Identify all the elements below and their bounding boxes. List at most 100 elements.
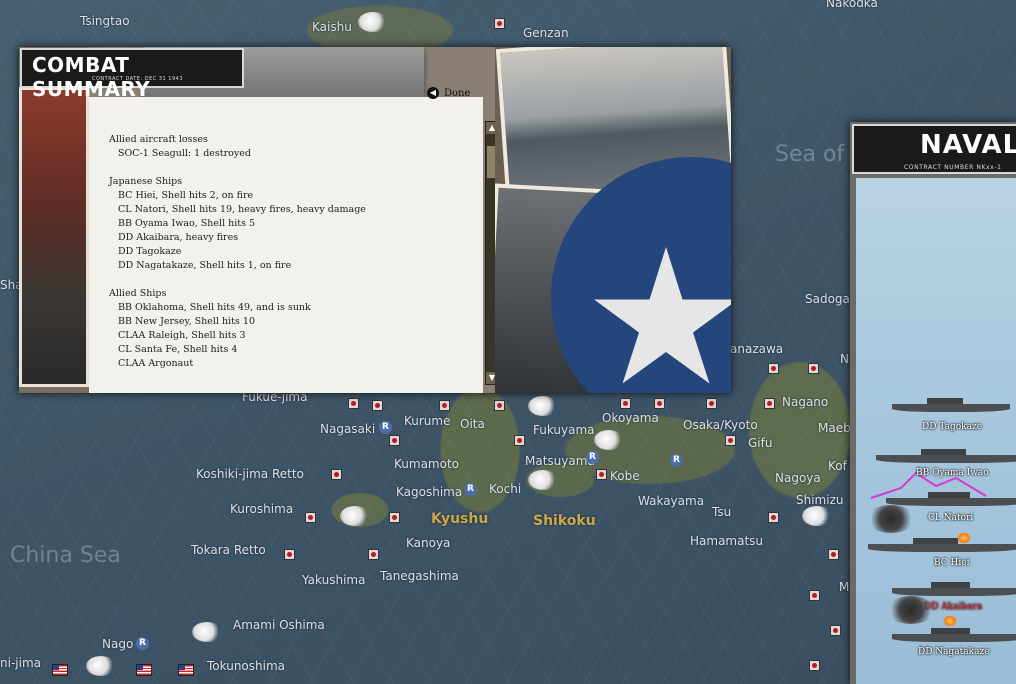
map-label-kochi: Kochi	[489, 482, 522, 496]
weather-cloud	[358, 12, 388, 32]
map-label-oita: Oita	[460, 417, 485, 431]
ship-sprite[interactable]	[886, 492, 1016, 506]
map-label-nakodka: Nakodka	[826, 0, 878, 10]
map-label-matsuyama: Matsuyama	[525, 454, 595, 468]
us-flag-icon[interactable]	[178, 664, 194, 676]
base-marker[interactable]	[764, 398, 775, 409]
weather-cloud	[594, 430, 624, 450]
map-label-yakushima: Yakushima	[302, 573, 366, 587]
base-marker[interactable]	[284, 549, 295, 560]
ship-label: DD Tagokaze	[922, 422, 983, 432]
map-label-tokara-retto: Tokara Retto	[191, 543, 266, 557]
report-item: CL Santa Fe, Shell hits 4	[118, 344, 238, 355]
sea-label-sea-of: Sea of	[775, 142, 845, 167]
r-marker[interactable]: R	[464, 483, 477, 496]
ship-sprite[interactable]	[868, 538, 1016, 552]
map-label-kumamoto: Kumamoto	[394, 457, 459, 471]
r-marker[interactable]: R	[379, 421, 392, 434]
map-label-hamamatsu: Hamamatsu	[690, 534, 764, 548]
base-marker[interactable]	[389, 512, 400, 523]
base-marker[interactable]	[439, 400, 450, 411]
base-marker[interactable]	[348, 398, 359, 409]
base-marker[interactable]	[828, 549, 839, 560]
map-label-genzan: Genzan	[523, 26, 569, 40]
report-item: CLAA Raleigh, Shell hits 3	[118, 330, 246, 341]
base-marker[interactable]	[331, 469, 342, 480]
smoke-effect	[886, 596, 936, 624]
section-heading: Allied Ships	[109, 288, 167, 299]
fire-effect	[956, 533, 972, 543]
base-marker[interactable]	[620, 398, 631, 409]
combat-summary-subtitle: CONTRACT DATE: DEC 31 1943	[92, 76, 184, 82]
report-item: BB New Jersey, Shell hits 10	[118, 316, 255, 327]
star-icon	[594, 247, 731, 384]
ship-label: DD Nagatakaze	[918, 647, 990, 657]
report-item: DD Nagatakaze, Shell hits 1, on fire	[118, 260, 292, 271]
base-marker[interactable]	[768, 363, 779, 374]
ship-sprite[interactable]	[892, 628, 1016, 642]
base-marker[interactable]	[389, 435, 400, 446]
photo-left	[19, 87, 89, 387]
region-label-shikoku: Shikoku	[533, 513, 596, 529]
report-item: DD Tagokaze	[118, 246, 182, 257]
naval-title-plate: NAVAL CONTRACT NUMBER NKxx-1	[852, 124, 1016, 174]
r-marker[interactable]: R	[586, 451, 599, 464]
base-marker[interactable]	[830, 625, 841, 636]
region-label-kyushu: Kyushu	[431, 511, 489, 527]
map-label-kurume: Kurume	[404, 414, 451, 428]
report-item: CL Natori, Shell hits 19, heavy fires, h…	[118, 204, 366, 215]
map-label-nagano: Nagano	[782, 395, 829, 409]
map-label-kof: Kof	[828, 459, 847, 473]
map-label-tsu: Tsu	[712, 505, 732, 519]
ship-label: BB Oyama Iwao	[916, 468, 989, 478]
naval-title: NAVAL	[920, 130, 1016, 160]
us-flag-icon[interactable]	[52, 664, 68, 676]
combat-summary-window: COMBAT SUMMARY CONTRACT DATE: DEC 31 194…	[19, 47, 731, 393]
r-marker[interactable]: R	[670, 454, 683, 467]
map-label-gifu: Gifu	[748, 436, 773, 450]
base-marker[interactable]	[809, 590, 820, 601]
ship-label: CL Natori	[928, 513, 974, 523]
report-section-allied-aircraft: Allied aircraft losses SOC-1 Seagull: 1 …	[109, 133, 479, 161]
base-marker[interactable]	[809, 660, 820, 671]
naval-combat-panel: NAVAL CONTRACT NUMBER NKxx-1 DD Tagokaze…	[850, 122, 1016, 684]
base-marker[interactable]	[706, 398, 717, 409]
section-heading: Japanese Ships	[109, 176, 183, 187]
naval-subtitle: CONTRACT NUMBER NKxx-1	[904, 164, 1002, 171]
report-item: BB Oklahoma, Shell hits 49, and is sunk	[118, 302, 311, 313]
map-label-shimizu: Shimizu	[796, 493, 844, 507]
base-marker[interactable]	[596, 469, 607, 480]
base-marker[interactable]	[725, 435, 736, 446]
base-marker[interactable]	[768, 512, 779, 523]
map-label-osaka-kyoto: Osaka/Kyoto	[683, 418, 758, 432]
map-label-n: N	[840, 352, 849, 366]
combat-summary-title-plate: COMBAT SUMMARY CONTRACT DATE: DEC 31 194…	[20, 48, 244, 101]
us-flag-icon[interactable]	[136, 664, 152, 676]
section-heading: Allied aircraft losses	[109, 134, 208, 145]
base-marker[interactable]	[494, 400, 505, 411]
base-marker[interactable]	[368, 549, 379, 560]
map-label-fukuyama: Fukuyama	[533, 423, 595, 437]
base-marker[interactable]	[305, 512, 316, 523]
ship-sprite[interactable]	[892, 398, 1010, 412]
map-label-koshiki-jima-retto: Koshiki-jima Retto	[196, 467, 304, 481]
weather-cloud	[802, 506, 832, 526]
map-label-tokunoshima: Tokunoshima	[207, 659, 285, 673]
sea-label-china-sea: China Sea	[10, 543, 121, 568]
base-marker[interactable]	[494, 18, 505, 29]
map-label-sadoga: Sadoga	[805, 292, 850, 306]
report-section-japanese-ships: Japanese Ships BC Hiei, Shell hits 2, on…	[109, 175, 479, 273]
base-marker[interactable]	[654, 398, 665, 409]
base-marker[interactable]	[808, 363, 819, 374]
ship-sprite[interactable]	[892, 582, 1016, 596]
r-marker[interactable]: R	[136, 637, 149, 650]
map-label-kuroshima: Kuroshima	[230, 502, 294, 516]
map-label-nagasaki: Nagasaki	[320, 422, 376, 436]
base-marker[interactable]	[372, 400, 383, 411]
ship-sprite[interactable]	[876, 449, 1016, 463]
done-button[interactable]: ◀ Done	[427, 87, 470, 99]
map-label-kaishu: Kaishu	[312, 20, 352, 34]
base-marker[interactable]	[514, 435, 525, 446]
report-section-allied-ships: Allied Ships BB Oklahoma, Shell hits 49,…	[109, 287, 479, 371]
report-item: SOC-1 Seagull: 1 destroyed	[118, 148, 251, 159]
